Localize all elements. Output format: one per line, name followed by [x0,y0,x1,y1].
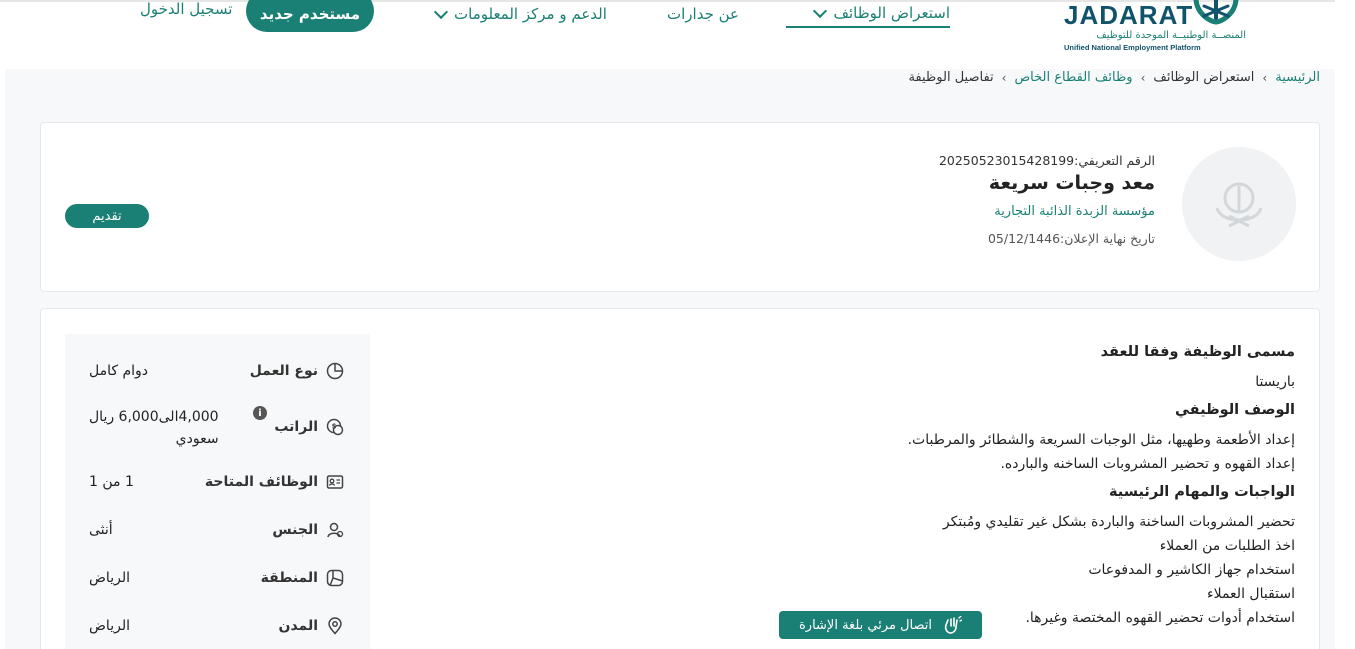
nav-browse-jobs-label: استعراض الوظائف [833,4,950,22]
salary-label-group: $ الراتب [274,416,344,438]
deadline-label: تاريخ نهاية الإعلان: [1060,231,1155,246]
chevron-left-icon: › [1001,70,1007,85]
breadcrumb-private-sector[interactable]: وظائف القطاع الخاص [1014,70,1132,85]
logo-arabic-subtitle: المنصــة الوطنيــة الموحدة للتوظيف [1096,30,1246,41]
region-label-group: المنطقة [261,567,344,589]
region-label: المنطقة [260,570,318,586]
contract-title-value: باريستا [1255,374,1295,390]
city-label: المدن [278,618,318,634]
attr-region: الرياض المنطقة [65,567,370,607]
attr-vacancies: 1 من 1 الوظائف المتاحة [65,471,370,511]
city-label-group: المدن [279,615,344,637]
chevron-left-icon: › [1140,70,1146,85]
id-card-icon [326,475,344,489]
breadcrumb-browse-jobs[interactable]: استعراض الوظائف [1153,70,1254,85]
location-pin-icon [328,617,342,635]
chevron-down-icon [433,4,449,20]
salary-value-line1: 4,000الى6,000 ريال [89,409,219,425]
info-icon[interactable]: i [253,406,267,420]
apply-button[interactable]: تقديم [65,204,149,228]
jadarat-logo[interactable]: JADARAT المنصــة الوطنيــة الموحدة للتوظ… [1062,0,1252,56]
duties-section: الواجبات والمهام الرئيسية تحضير المشروبا… [535,484,1295,630]
nav-support-label: الدعم و مركز المعلومات [454,5,607,23]
vacancies-label-group: الوظائف المتاحة [205,471,344,493]
gender-label-group: الجنس [272,519,344,541]
attr-work-type: دوام كامل نوع العمل [65,360,370,400]
sign-language-label: اتصال مرئي بلغة الإشارة [798,617,933,633]
attr-gender: أنثى الجنس [65,519,370,559]
job-deadline: تاريخ نهاية الإعلان:05/12/1446 [939,231,1155,246]
nav-browse-jobs[interactable]: استعراض الوظائف [786,0,950,28]
job-id: الرقم التعريفي:20250523015428199 [939,153,1155,168]
nav-about-label: عن جدارات [667,5,739,23]
breadcrumb: الرئيسية › استعراض الوظائف › وظائف القطا… [908,70,1320,85]
description-line: إعداد الأطعمة وطهيها، مثل الوجبات السريع… [907,432,1295,448]
clock-icon [326,362,344,380]
chevron-down-icon [813,3,828,19]
duty-line: اخذ الطلبات من العملاء [1159,538,1295,554]
job-description: مسمى الوظيفة وفقا للعقد باريستا الوصف ال… [535,344,1295,638]
logo-brand-text: JADARAT [1064,0,1194,30]
salary-value-line2: سعودي [175,431,219,447]
svg-text:$: $ [332,423,337,431]
duty-line: تحضير المشروبات الساخنة والباردة بشكل غي… [942,514,1295,530]
deadline-value: 05/12/1446 [987,231,1061,246]
job-info: الرقم التعريفي:20250523015428199 معد وجب… [939,153,1155,246]
salary-label: الراتب [274,419,318,435]
work-type-value: دوام كامل [89,363,149,379]
job-details-card: دوام كامل نوع العمل 4,000الى6,000 ريال س… [40,308,1320,649]
company-name-link[interactable]: مؤسسة الزبدة الذائبة التجارية [939,204,1155,219]
site-header: JADARAT المنصــة الوطنيــة الموحدة للتوظ… [0,0,1355,66]
nav-support[interactable]: الدعم و مركز المعلومات [433,0,607,28]
gender-value: أنثى [89,522,113,538]
breadcrumb-home[interactable]: الرئيسية [1275,70,1320,85]
user-icon [327,522,344,538]
work-type-label-group: نوع العمل [250,360,344,382]
vacancies-value: 1 من 1 [89,474,134,490]
salary-value: 4,000الى6,000 ريال سعودي [89,406,219,450]
contract-title-section: مسمى الوظيفة وفقا للعقد باريستا [535,344,1295,394]
coins-icon: $ [326,418,344,436]
contract-title-heading: مسمى الوظيفة وفقا للعقد [1100,344,1295,360]
duties-heading: الواجبات والمهام الرئيسية [1108,484,1295,500]
sign-language-call-button[interactable]: اتصال مرئي بلغة الإشارة [779,611,982,639]
description-line: إعداد القهوه و تحضير المشروبات الساخنه و… [1000,456,1295,472]
nav-about[interactable]: عن جدارات [667,0,739,28]
region-value: الرياض [89,570,130,586]
logo-english-subtitle: Unified National Employment Platform [1064,43,1201,52]
job-id-value: 20250523015428199 [938,153,1075,168]
vacancies-label: الوظائف المتاحة [204,474,318,490]
description-section: الوصف الوظيفي إعداد الأطعمة وطهيها، مثل … [535,402,1295,476]
job-id-label: الرقم التعريفي: [1074,153,1155,168]
attr-city: الرياض المدن [65,615,370,649]
duty-line: استخدام جهاز الكاشير و المدفوعات [1088,562,1295,578]
saudi-emblem-icon [1215,182,1263,228]
city-value: الرياض [89,618,130,634]
login-link[interactable]: تسجيل الدخول [140,0,232,18]
saudi-emblem-icon [1193,0,1239,25]
attr-salary: 4,000الى6,000 ريال سعودي i $ الراتب [65,406,370,456]
work-type-label: نوع العمل [249,363,318,379]
breadcrumb-current: تفاصيل الوظيفة [908,70,994,85]
job-title: معد وجبات سريعة [988,172,1155,194]
description-heading: الوصف الوظيفي [1174,402,1295,418]
company-avatar [1182,147,1296,261]
hand-sign-icon [944,616,963,634]
gender-label: الجنس [272,522,318,538]
duty-line: استقبال العملاء [1207,586,1295,602]
job-summary-card: الرقم التعريفي:20250523015428199 معد وجب… [40,122,1320,292]
chevron-left-icon: › [1262,70,1268,85]
new-user-button[interactable]: مستخدم جديد [246,0,374,32]
map-icon [326,569,344,587]
job-attributes-panel: دوام كامل نوع العمل 4,000الى6,000 ريال س… [65,334,370,649]
